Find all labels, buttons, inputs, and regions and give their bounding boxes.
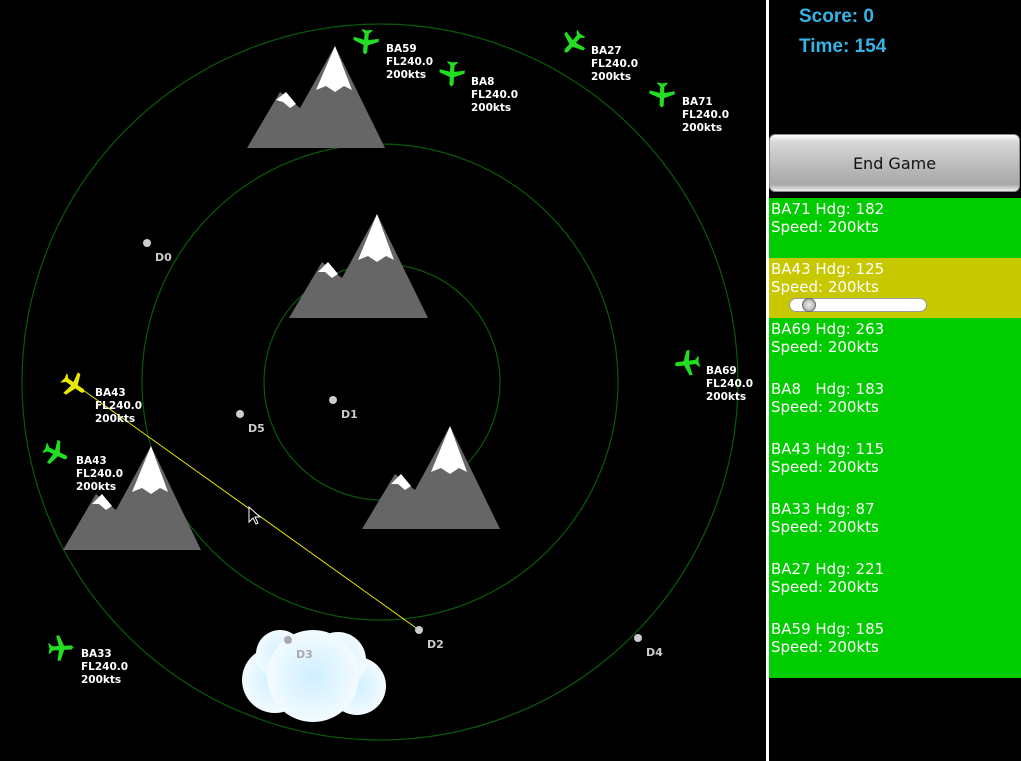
aircraft-callsign: BA69 — [706, 365, 737, 377]
aircraft-level: FL240.0 — [682, 109, 729, 121]
plane-icon — [672, 348, 702, 378]
aircraft-speed: 200kts — [591, 71, 631, 83]
aircraft-speed: 200kts — [95, 413, 135, 425]
aircraft-callsign: BA33 — [81, 648, 112, 660]
aircraft-speed: 200kts — [471, 102, 511, 114]
plane-icon — [56, 367, 92, 403]
flight-item-ba69[interactable]: BA69 Hdg: 263 Speed: 200kts — [769, 318, 1021, 378]
time-display: Time: 154 — [799, 36, 887, 57]
outer-ring — [21, 23, 739, 741]
aircraft-speed: 200kts — [386, 69, 426, 81]
plane-icon — [438, 60, 466, 88]
flight-heading: BA33 Hdg: 87 — [771, 500, 875, 518]
flight-heading: BA59 Hdg: 185 — [771, 620, 885, 638]
flight-heading: BA43 Hdg: 115 — [771, 440, 885, 458]
plane-icon — [648, 81, 676, 109]
waypoint-d0[interactable]: D0 — [143, 239, 172, 264]
flight-item-ba43-selected[interactable]: BA43 Hdg: 125 Speed: 200kts — [769, 258, 1021, 318]
aircraft-speed: 200kts — [76, 481, 116, 493]
flight-speed: Speed: 200kts — [771, 518, 879, 536]
flight-heading: BA69 Hdg: 263 — [771, 320, 885, 338]
aircraft-callsign: BA8 — [471, 76, 494, 88]
waypoint-label: D5 — [248, 422, 265, 435]
middle-ring — [141, 143, 619, 621]
mountain-2 — [289, 214, 428, 318]
flight-item-ba43[interactable]: BA43 Hdg: 115 Speed: 200kts — [769, 438, 1021, 498]
flight-list: BA71 Hdg: 182 Speed: 200kts BA43 Hdg: 12… — [769, 198, 1021, 678]
aircraft-ba69[interactable]: BA69 FL240.0 200kts — [672, 348, 753, 403]
aircraft-ba71[interactable]: BA71 FL240.0 200kts — [648, 81, 729, 134]
flight-heading: BA27 Hdg: 221 — [771, 560, 885, 578]
aircraft-level: FL240.0 — [706, 378, 753, 390]
aircraft-speed: 200kts — [682, 122, 722, 134]
aircraft-callsign: BA43 — [95, 387, 126, 399]
aircraft-level: FL240.0 — [76, 468, 123, 480]
mouse-cursor-icon — [248, 505, 262, 525]
aircraft-speed: 200kts — [706, 391, 746, 403]
aircraft-speed: 200kts — [81, 674, 121, 686]
aircraft-level: FL240.0 — [95, 400, 142, 412]
waypoint-label: D3 — [296, 648, 313, 661]
mountain-1 — [247, 46, 385, 148]
slider-thumb[interactable] — [802, 298, 816, 312]
waypoint-d5[interactable]: D5 — [236, 410, 265, 435]
aircraft-callsign: BA43 — [76, 455, 107, 467]
flight-speed: Speed: 200kts — [771, 278, 879, 296]
end-game-button[interactable]: End Game — [769, 134, 1020, 192]
mountain-3 — [362, 426, 500, 529]
flight-speed: Speed: 200kts — [771, 218, 879, 236]
flight-item-ba71[interactable]: BA71 Hdg: 182 Speed: 200kts — [769, 198, 1021, 258]
aircraft-ba8[interactable]: BA8 FL240.0 200kts — [438, 60, 518, 114]
aircraft-ba59[interactable]: BA59 FL240.0 200kts — [352, 28, 433, 81]
flight-speed: Speed: 200kts — [771, 338, 879, 356]
waypoint-label: D1 — [341, 408, 358, 421]
flight-item-ba33[interactable]: BA33 Hdg: 87 Speed: 200kts — [769, 498, 1021, 558]
flight-heading: BA71 Hdg: 182 — [771, 200, 885, 218]
aircraft-callsign: BA71 — [682, 96, 713, 108]
flight-speed: Speed: 200kts — [771, 398, 879, 416]
score-display: Score: 0 — [799, 6, 874, 27]
aircraft-ba27[interactable]: BA27 FL240.0 200kts — [555, 25, 638, 83]
waypoint-d1[interactable]: D1 — [329, 396, 358, 421]
aircraft-level: FL240.0 — [471, 89, 518, 101]
aircraft-callsign: BA59 — [386, 43, 417, 55]
flight-item-ba27[interactable]: BA27 Hdg: 221 Speed: 200kts — [769, 558, 1021, 618]
aircraft-ba43[interactable]: BA43 FL240.0 200kts — [39, 436, 123, 493]
aircraft-level: FL240.0 — [81, 661, 128, 673]
aircraft-level: FL240.0 — [386, 56, 433, 68]
waypoint-d2[interactable]: D2 — [415, 626, 444, 651]
flight-heading: BA8 Hdg: 183 — [771, 380, 885, 398]
waypoint-label: D2 — [427, 638, 444, 651]
plane-icon — [39, 436, 73, 470]
cloud — [242, 630, 386, 722]
plane-icon — [47, 634, 75, 662]
radar-rings — [21, 23, 739, 741]
speed-slider[interactable] — [789, 298, 927, 312]
side-panel: Score: 0 Time: 154 End Game BA71 Hdg: 18… — [769, 0, 1021, 761]
waypoint-label: D0 — [155, 251, 172, 264]
flight-item-ba8[interactable]: BA8 Hdg: 183 Speed: 200kts — [769, 378, 1021, 438]
aircraft-ba43-selected[interactable]: BA43 FL240.0 200kts — [56, 367, 142, 425]
plane-icon — [555, 25, 591, 61]
plane-icon — [352, 28, 380, 56]
aircraft-level: FL240.0 — [591, 58, 638, 70]
aircraft-callsign: BA27 — [591, 45, 622, 57]
flight-speed: Speed: 200kts — [771, 638, 879, 656]
flight-speed: Speed: 200kts — [771, 578, 879, 596]
flight-item-ba59[interactable]: BA59 Hdg: 185 Speed: 200kts — [769, 618, 1021, 678]
radar-screen[interactable]: D0 D1 D2 D3 D4 D5 BA59 FL240.0 200kts BA… — [0, 0, 766, 761]
flight-speed: Speed: 200kts — [771, 458, 879, 476]
flight-heading: BA43 Hdg: 125 — [771, 260, 885, 278]
waypoint-d4[interactable]: D4 — [634, 634, 663, 659]
waypoint-label: D4 — [646, 646, 663, 659]
aircraft-ba33[interactable]: BA33 FL240.0 200kts — [47, 634, 128, 686]
